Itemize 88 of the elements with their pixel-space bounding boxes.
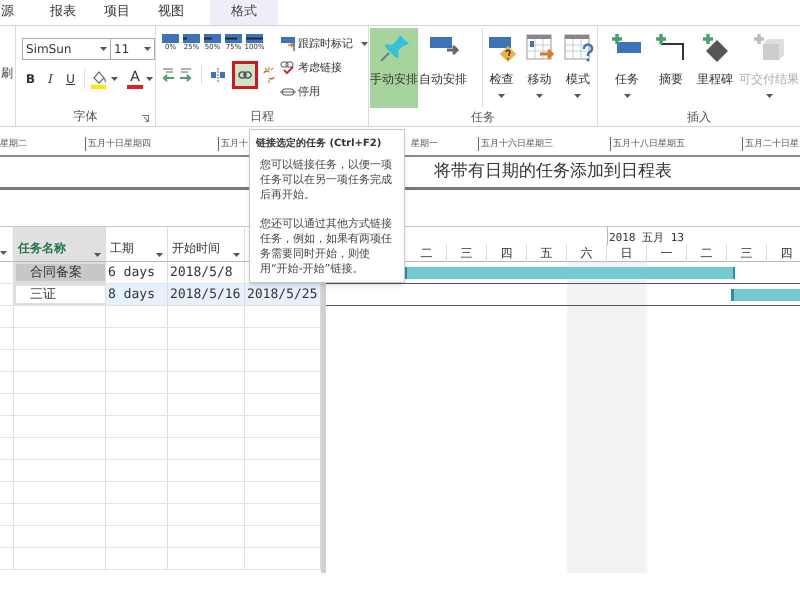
caret-icon — [233, 253, 240, 257]
font-size-dropdown[interactable]: 11 — [111, 38, 155, 60]
ribbon-button[interactable]: 任务 — [606, 28, 648, 108]
timeline-date-label: 五月十日星期四 — [88, 138, 151, 151]
timeline-date-label: 五月十八日星期五 — [613, 138, 685, 151]
ribbon-button[interactable]: 检查 — [482, 28, 520, 108]
progress-bar-icon — [183, 34, 200, 43]
table-cell: 2018/5/16 — [168, 284, 245, 305]
pushpin-icon — [378, 32, 410, 64]
fill-color-icon — [90, 69, 108, 89]
timeline-date-label: 星期一 — [411, 138, 438, 151]
ribbon-button[interactable]: 移动 — [520, 28, 559, 108]
day-label: 三 — [460, 245, 472, 262]
ribbon-button[interactable]: 摘要 — [650, 28, 692, 108]
broken-link-icon — [262, 67, 276, 83]
text-style-button[interactable]: B — [22, 69, 39, 89]
timeline-date-label: 五月二十日星 — [745, 138, 799, 151]
text-style-button[interactable]: U — [62, 69, 79, 89]
dialog-launcher-icon[interactable] — [142, 115, 149, 122]
table-cell: 2018/5/25 — [245, 284, 321, 305]
calendar-question-icon — [562, 32, 594, 64]
caret-icon — [100, 47, 107, 51]
caret-icon — [111, 77, 118, 81]
table-cell: 合同备案 — [14, 262, 106, 283]
timescale-label: 2018 五月 13 — [609, 230, 684, 246]
font-color-button[interactable]: A — [127, 69, 143, 89]
day-label: 四 — [500, 245, 512, 262]
task-bar — [731, 289, 800, 301]
column-header[interactable]: 工期 — [106, 227, 168, 261]
ribbon-button[interactable]: 里程碑 — [694, 28, 736, 108]
progress-bar-icon — [225, 34, 242, 43]
day-label: 一 — [660, 245, 672, 262]
day-label: 日 — [620, 245, 632, 262]
ribbon-tab[interactable]: 源 — [0, 0, 14, 25]
progress-bar-icon — [162, 34, 179, 43]
group-label: 日程 — [250, 108, 274, 125]
group-label: 字体 — [74, 108, 98, 125]
caret-icon — [0, 251, 7, 255]
tooltip-title: 链接选定的任务 (Ctrl+F2) — [256, 136, 382, 151]
ribbon-button[interactable]: 模式 — [558, 28, 597, 108]
table-cell: 8 days — [106, 284, 168, 305]
link-check-icon — [280, 60, 296, 76]
progress-bar-icon — [204, 34, 221, 43]
progress-bar-icon — [246, 34, 263, 43]
day-label: 六 — [580, 245, 592, 262]
font-name: SimSun — [26, 41, 72, 58]
split-task-icon — [210, 67, 226, 83]
timeline-date-label: 五月十六日星期三 — [481, 138, 553, 151]
schedule-command[interactable]: 考虑链接 — [280, 58, 368, 78]
ribbon-tab[interactable]: 报表 — [36, 0, 90, 25]
font-size: 11 — [114, 41, 130, 58]
day-label: 四 — [780, 245, 792, 262]
caret-icon — [94, 253, 101, 257]
ribbon-tab[interactable]: 视图 — [144, 0, 198, 25]
table-cell: 6 days — [106, 262, 168, 283]
indent-icon — [179, 67, 193, 83]
caret-icon — [361, 42, 368, 46]
day-label: 五 — [540, 245, 552, 262]
table-cell: 2018/5/8 — [168, 262, 245, 283]
timeline-date-label: 星期二 — [0, 138, 27, 151]
table-cell: 三证 — [14, 284, 106, 305]
tracking-marker-icon — [280, 36, 296, 52]
timeline-date-label: 五月十 — [221, 138, 248, 151]
timeline-placeholder-text: 将带有日期的任务添加到日程表 — [434, 160, 672, 184]
schedule-command[interactable]: 停用 — [280, 82, 368, 102]
caret-icon — [156, 253, 163, 257]
ribbon-button[interactable]: 自动安排 — [419, 28, 467, 108]
group-label: 插入 — [687, 109, 711, 126]
group-label: 任务 — [471, 109, 495, 126]
text-style-button[interactable]: I — [42, 69, 59, 89]
column-header[interactable]: 开始时间 — [168, 227, 245, 261]
day-label: 三 — [740, 245, 752, 262]
schedule-command[interactable]: 跟踪时标记 — [280, 34, 368, 54]
chain-link-icon — [238, 70, 252, 80]
ribbon-tab[interactable]: 格式 — [210, 0, 278, 25]
tooltip-text: 您还可以通过其他方式链接任务，例如，如果有两项任务需要同时开始，则使用“开始-开始”链接。 — [260, 216, 393, 276]
column-header[interactable]: 任务名称 — [14, 227, 106, 261]
outdent-icon — [161, 67, 175, 83]
font-name-dropdown[interactable]: SimSun — [22, 38, 111, 60]
caret-icon — [144, 47, 151, 51]
day-label: 二 — [420, 245, 432, 262]
link-tasks-button[interactable] — [232, 61, 258, 89]
ribbon-button[interactable]: 手动安排 — [370, 28, 418, 108]
format-painter-label[interactable]: 刷 — [1, 64, 13, 82]
ribbon-tab[interactable]: 项目 — [90, 0, 144, 25]
caret-icon — [146, 77, 153, 81]
tooltip-text: 您可以链接任务，以便一项任务可以在另一项任务完成后再开始。 — [260, 157, 393, 202]
day-label: 二 — [700, 245, 712, 262]
